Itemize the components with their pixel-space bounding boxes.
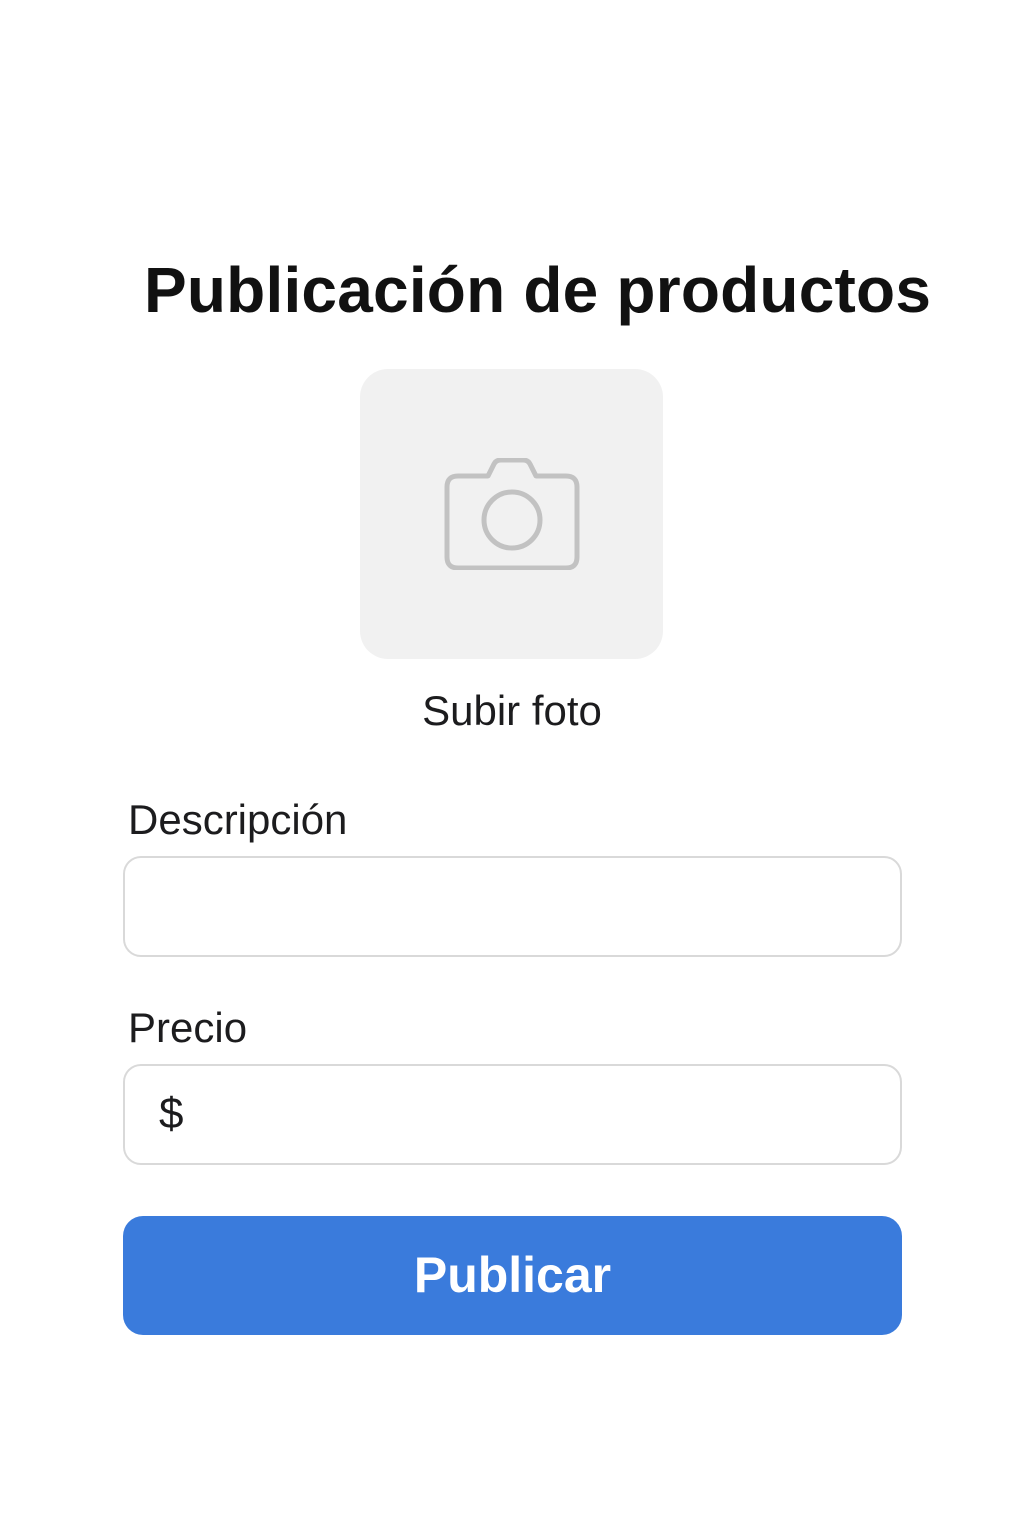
description-field-container xyxy=(123,856,902,957)
description-label: Descripción xyxy=(128,796,348,843)
upload-photo-label[interactable]: Subir foto xyxy=(312,686,712,736)
page-title: Publicación de productos xyxy=(144,254,932,326)
camera-icon xyxy=(444,458,580,570)
publish-button[interactable]: Publicar xyxy=(123,1216,902,1335)
currency-symbol: $ xyxy=(159,1089,184,1138)
price-field-container: $ xyxy=(123,1064,902,1165)
price-input[interactable] xyxy=(205,1066,864,1163)
description-input[interactable] xyxy=(161,858,864,955)
price-label: Precio xyxy=(128,1004,248,1051)
photo-upload-box[interactable] xyxy=(360,369,663,659)
